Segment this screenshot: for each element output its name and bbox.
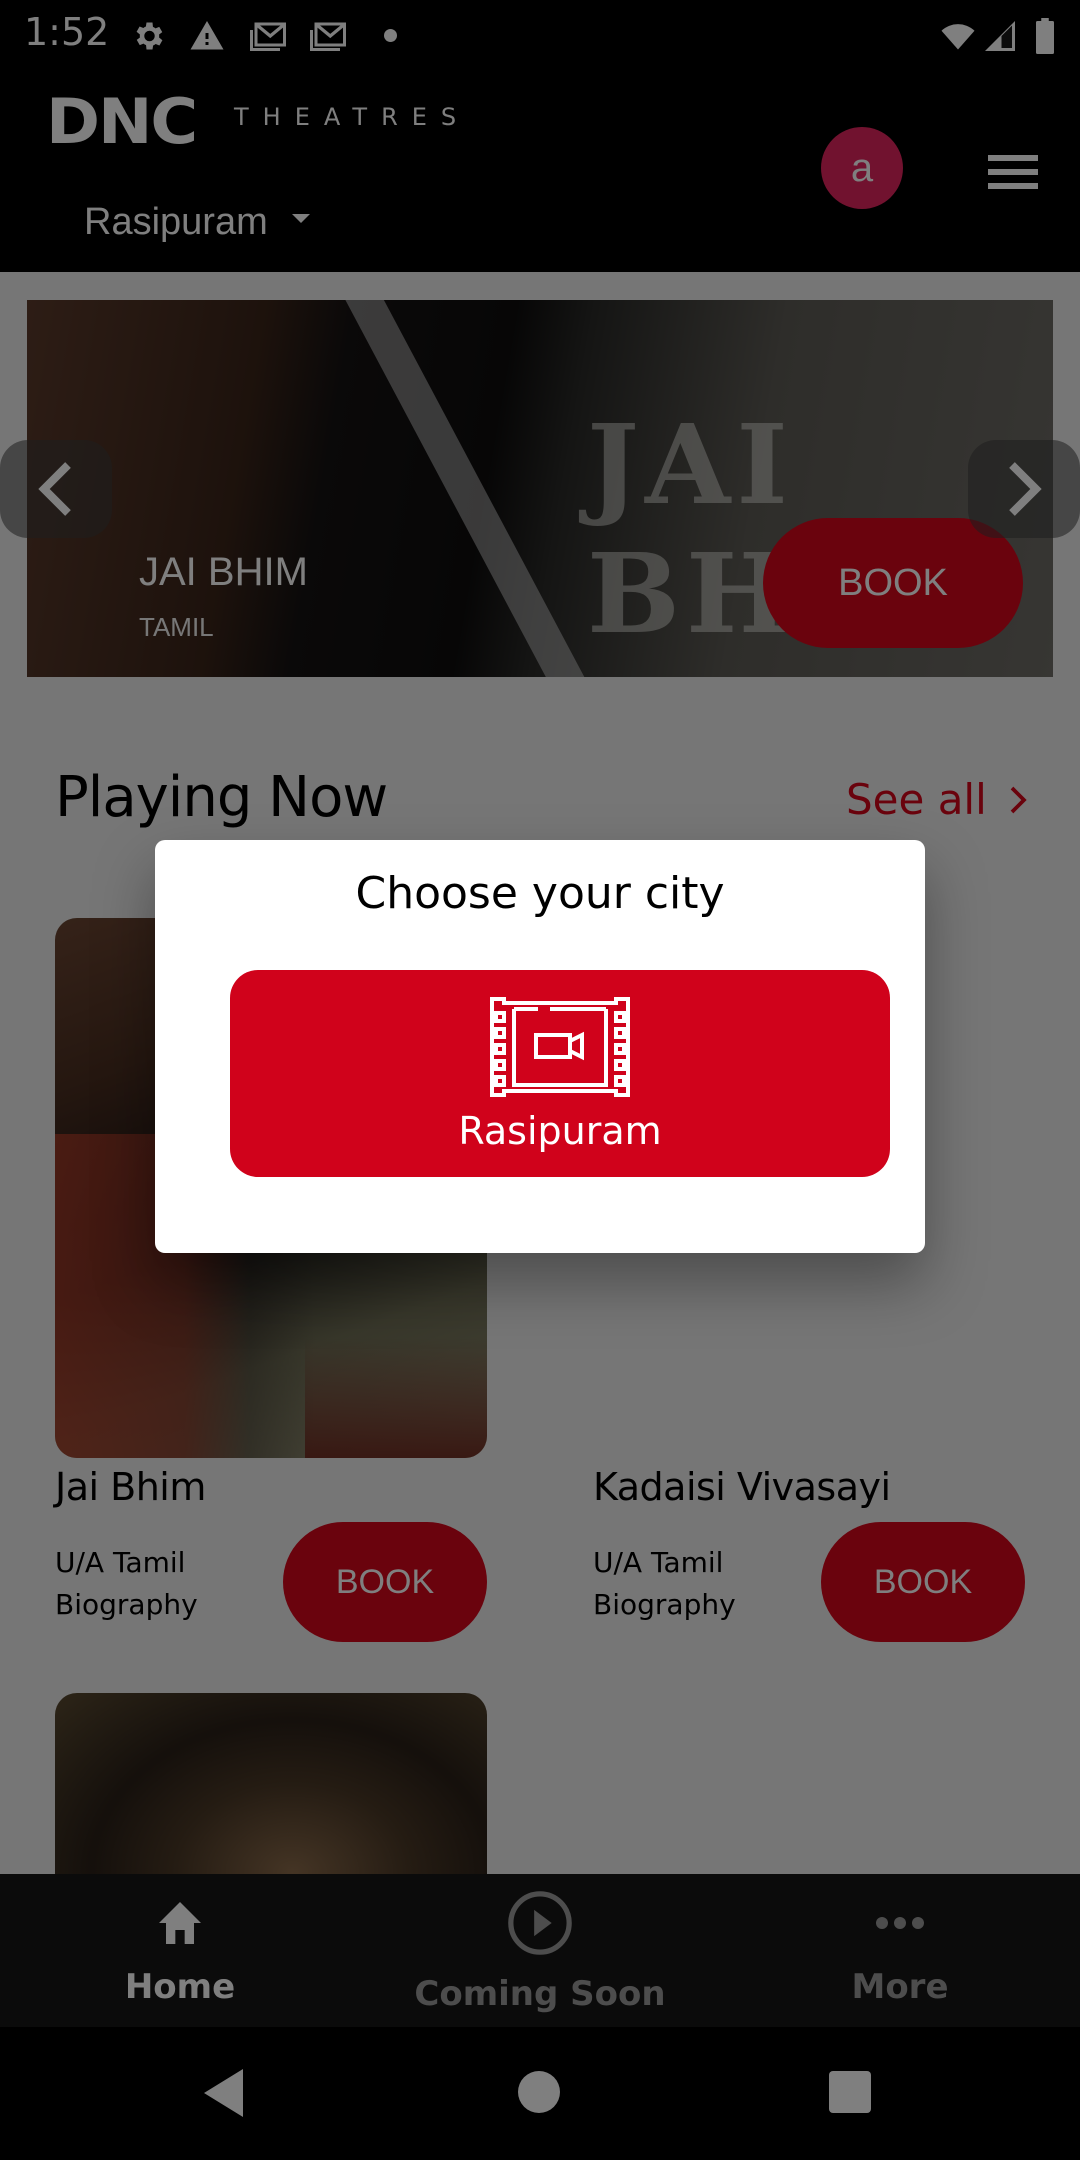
dialog-title: Choose your city <box>355 868 725 919</box>
city-option-button[interactable]: Rasipuram <box>230 970 890 1177</box>
film-camera-icon <box>490 996 630 1097</box>
city-option-label: Rasipuram <box>458 1108 662 1153</box>
choose-city-dialog: Choose your city Rasipuram <box>155 840 925 1253</box>
